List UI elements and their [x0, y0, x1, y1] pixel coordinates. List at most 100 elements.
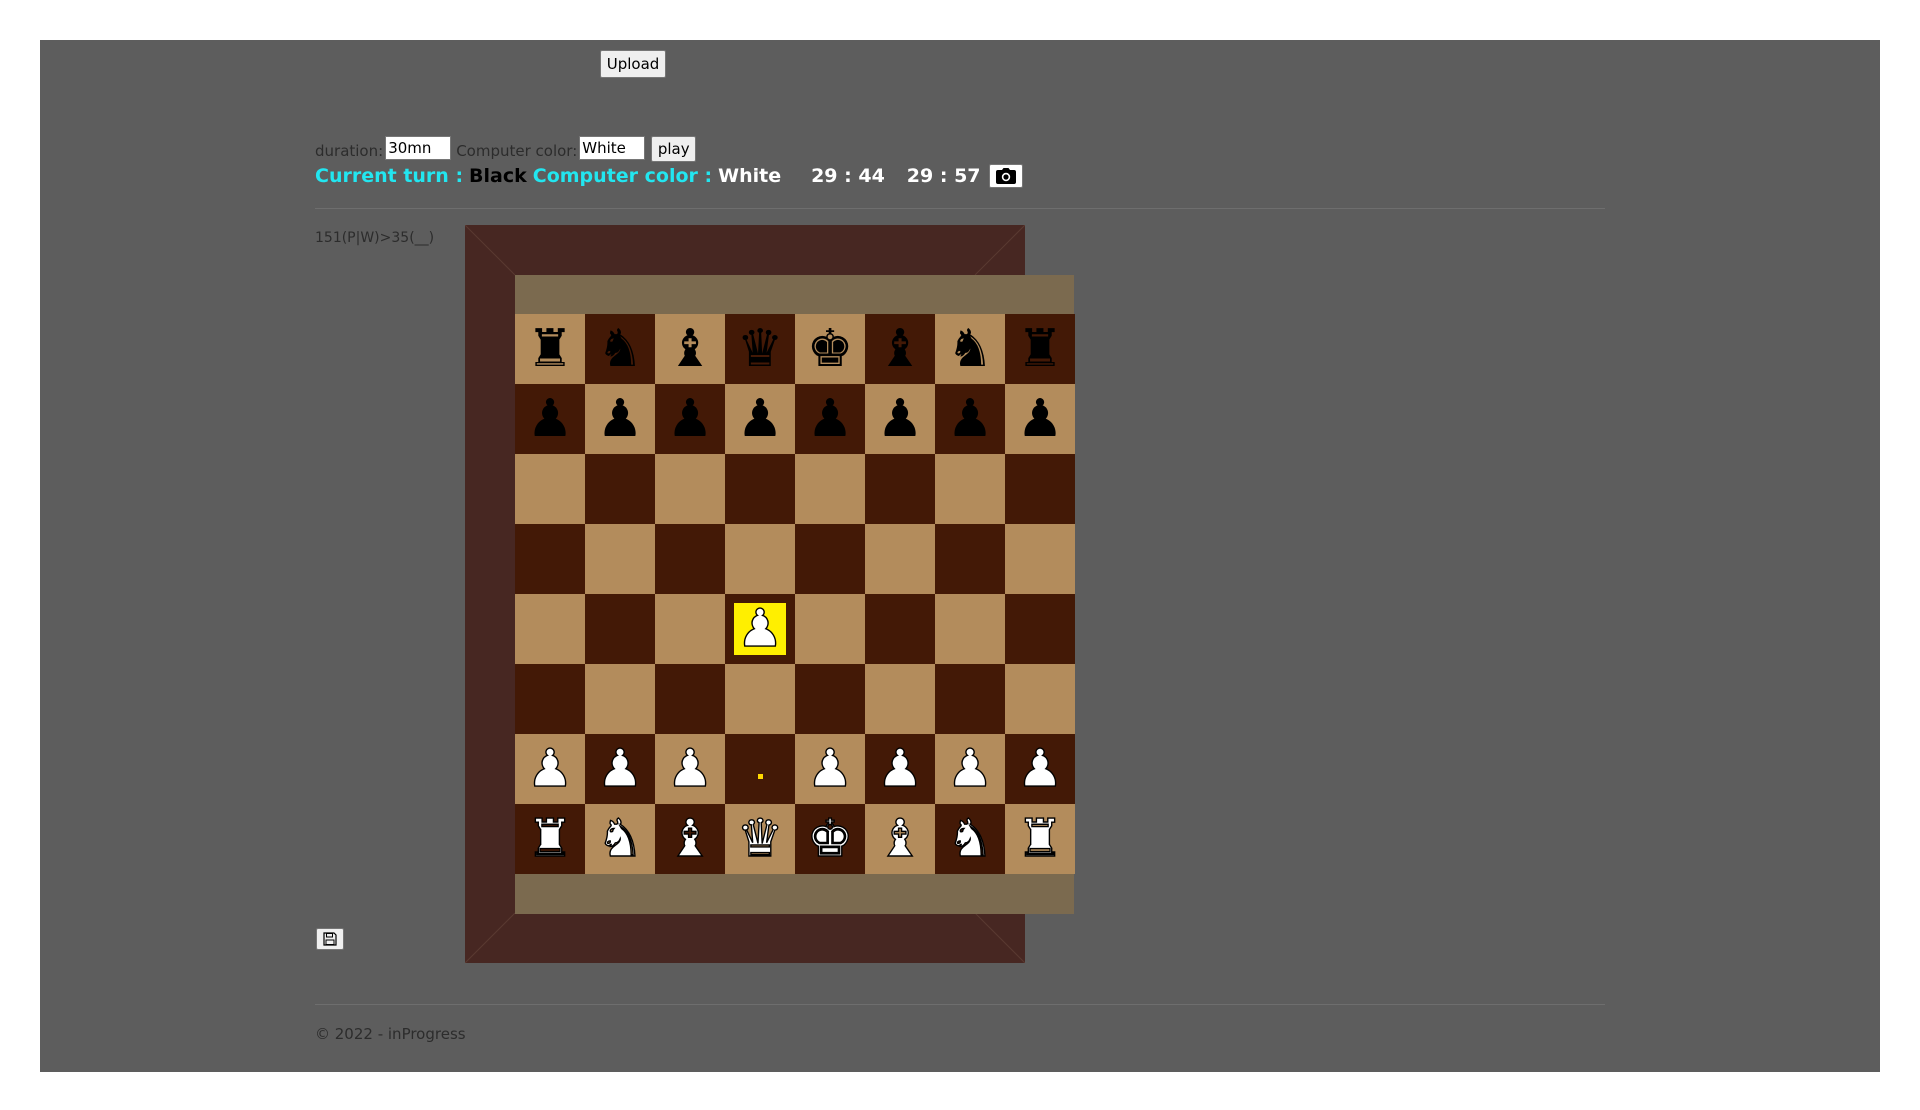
white-pawn-icon[interactable]: ♟: [1016, 742, 1064, 795]
screenshot-button[interactable]: [988, 164, 1023, 188]
square-b5[interactable]: [585, 524, 655, 594]
square-h2[interactable]: ♟: [1005, 734, 1075, 804]
square-g8[interactable]: ♞: [935, 314, 1005, 384]
square-h3[interactable]: [1005, 664, 1075, 734]
white-pawn-icon[interactable]: ♟: [806, 742, 854, 795]
black-pawn-icon[interactable]: ♟: [527, 393, 574, 445]
computer-color-input[interactable]: [579, 136, 646, 160]
square-b1[interactable]: ♞: [585, 804, 655, 874]
square-b6[interactable]: [585, 454, 655, 524]
white-pawn-icon[interactable]: ♟: [946, 742, 994, 795]
square-e3[interactable]: [795, 664, 865, 734]
square-g3[interactable]: [935, 664, 1005, 734]
black-king-icon[interactable]: ♚: [807, 323, 854, 375]
square-c7[interactable]: ♟: [655, 384, 725, 454]
square-e1[interactable]: ♚: [795, 804, 865, 874]
square-c6[interactable]: [655, 454, 725, 524]
white-pawn-icon[interactable]: ♟: [736, 602, 784, 655]
white-rook-icon[interactable]: ♜: [1016, 812, 1064, 865]
square-g4[interactable]: [935, 594, 1005, 664]
white-queen-icon[interactable]: ♛: [736, 812, 784, 865]
white-bishop-icon[interactable]: ♝: [876, 812, 924, 865]
square-a3[interactable]: [515, 664, 585, 734]
white-pawn-icon[interactable]: ♟: [876, 742, 924, 795]
square-f6[interactable]: [865, 454, 935, 524]
white-pawn-icon[interactable]: ♟: [666, 742, 714, 795]
black-bishop-icon[interactable]: ♝: [667, 323, 714, 375]
square-a5[interactable]: [515, 524, 585, 594]
black-pawn-icon[interactable]: ♟: [877, 393, 924, 445]
square-a7[interactable]: ♟: [515, 384, 585, 454]
square-f4[interactable]: [865, 594, 935, 664]
square-a2[interactable]: ♟: [515, 734, 585, 804]
square-e8[interactable]: ♚: [795, 314, 865, 384]
play-button[interactable]: play: [651, 136, 697, 162]
black-knight-icon[interactable]: ♞: [947, 323, 994, 375]
square-f8[interactable]: ♝: [865, 314, 935, 384]
black-pawn-icon[interactable]: ♟: [737, 393, 784, 445]
black-pawn-icon[interactable]: ♟: [597, 393, 644, 445]
save-button[interactable]: [316, 928, 344, 950]
white-rook-icon[interactable]: ♜: [526, 812, 574, 865]
upload-button[interactable]: Upload: [600, 50, 666, 78]
square-f5[interactable]: [865, 524, 935, 594]
square-b7[interactable]: ♟: [585, 384, 655, 454]
square-e4[interactable]: [795, 594, 865, 664]
square-f7[interactable]: ♟: [865, 384, 935, 454]
black-pawn-icon[interactable]: ♟: [807, 393, 854, 445]
square-d8[interactable]: ♛: [725, 314, 795, 384]
black-pawn-icon[interactable]: ♟: [947, 393, 994, 445]
square-f1[interactable]: ♝: [865, 804, 935, 874]
black-queen-icon[interactable]: ♛: [737, 323, 784, 375]
black-pawn-icon[interactable]: ♟: [667, 393, 714, 445]
square-d4[interactable]: ♟: [725, 594, 795, 664]
square-c1[interactable]: ♝: [655, 804, 725, 874]
square-g2[interactable]: ♟: [935, 734, 1005, 804]
square-d6[interactable]: [725, 454, 795, 524]
square-g7[interactable]: ♟: [935, 384, 1005, 454]
square-c3[interactable]: [655, 664, 725, 734]
white-knight-icon[interactable]: ♞: [596, 812, 644, 865]
square-c4[interactable]: [655, 594, 725, 664]
square-d3[interactable]: [725, 664, 795, 734]
square-a8[interactable]: ♜: [515, 314, 585, 384]
square-d1[interactable]: ♛: [725, 804, 795, 874]
black-pawn-icon[interactable]: ♟: [1017, 393, 1064, 445]
square-a6[interactable]: [515, 454, 585, 524]
square-e2[interactable]: ♟: [795, 734, 865, 804]
square-h7[interactable]: ♟: [1005, 384, 1075, 454]
square-c5[interactable]: [655, 524, 725, 594]
white-pawn-icon[interactable]: ♟: [596, 742, 644, 795]
black-knight-icon[interactable]: ♞: [597, 323, 644, 375]
square-f2[interactable]: ♟: [865, 734, 935, 804]
square-h5[interactable]: [1005, 524, 1075, 594]
black-rook-icon[interactable]: ♜: [1017, 323, 1064, 375]
square-g1[interactable]: ♞: [935, 804, 1005, 874]
white-bishop-icon[interactable]: ♝: [666, 812, 714, 865]
square-g5[interactable]: [935, 524, 1005, 594]
square-h6[interactable]: [1005, 454, 1075, 524]
square-c8[interactable]: ♝: [655, 314, 725, 384]
square-b8[interactable]: ♞: [585, 314, 655, 384]
square-g6[interactable]: [935, 454, 1005, 524]
white-king-icon[interactable]: ♚: [806, 812, 854, 865]
square-h1[interactable]: ♜: [1005, 804, 1075, 874]
square-e6[interactable]: [795, 454, 865, 524]
square-e7[interactable]: ♟: [795, 384, 865, 454]
square-a4[interactable]: [515, 594, 585, 664]
black-bishop-icon[interactable]: ♝: [877, 323, 924, 375]
square-c2[interactable]: ♟: [655, 734, 725, 804]
square-d7[interactable]: ♟: [725, 384, 795, 454]
square-e5[interactable]: [795, 524, 865, 594]
square-d2[interactable]: [725, 734, 795, 804]
square-b4[interactable]: [585, 594, 655, 664]
white-knight-icon[interactable]: ♞: [946, 812, 994, 865]
square-b2[interactable]: ♟: [585, 734, 655, 804]
square-h4[interactable]: [1005, 594, 1075, 664]
square-a1[interactable]: ♜: [515, 804, 585, 874]
square-f3[interactable]: [865, 664, 935, 734]
square-d5[interactable]: [725, 524, 795, 594]
black-rook-icon[interactable]: ♜: [527, 323, 574, 375]
square-h8[interactable]: ♜: [1005, 314, 1075, 384]
square-b3[interactable]: [585, 664, 655, 734]
